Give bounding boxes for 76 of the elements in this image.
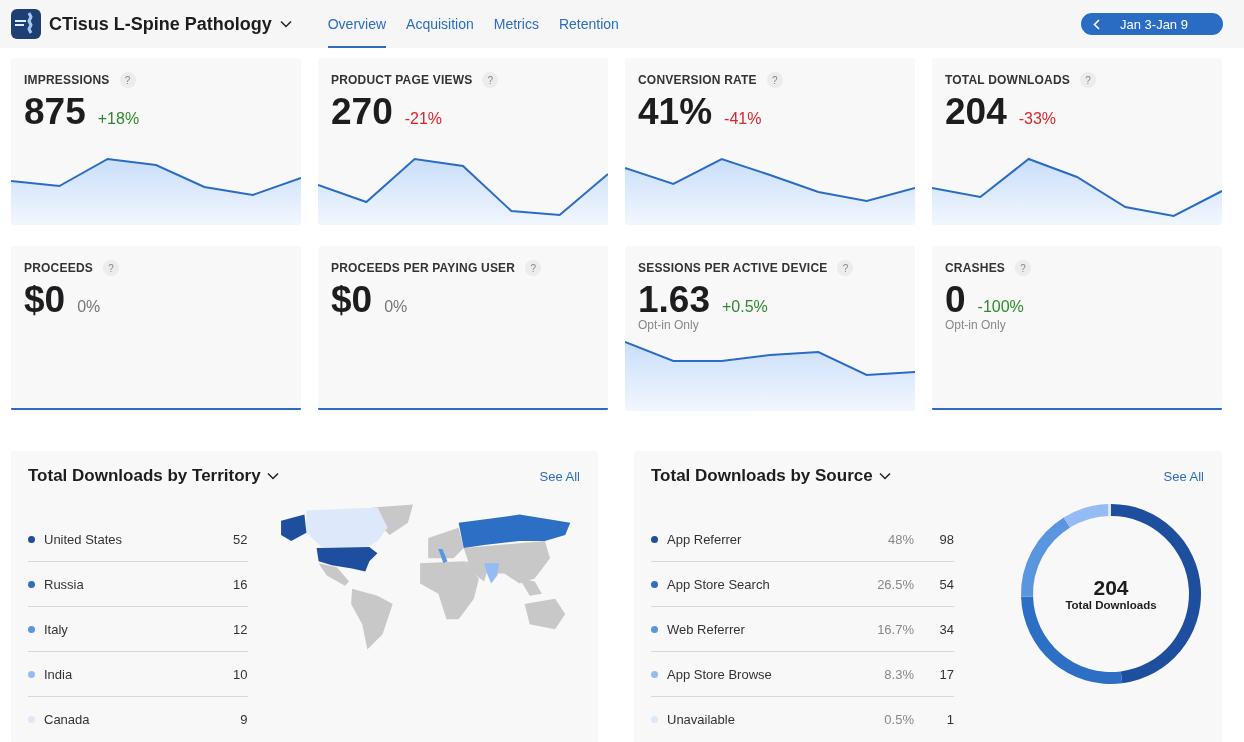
metric-change: +18% xyxy=(97,110,140,128)
download-count: 54 xyxy=(938,576,954,592)
source-percent: 0.5% xyxy=(883,712,914,727)
metric-title: TOTAL DOWNLOADS xyxy=(945,73,1070,87)
territory-name: United States xyxy=(44,531,124,547)
download-count: 1 xyxy=(945,712,954,727)
chevron-down-icon[interactable] xyxy=(266,472,279,480)
source-percent: 26.5% xyxy=(876,576,914,592)
nav-tab[interactable]: Acquisition xyxy=(406,0,474,48)
metric-title: CRASHES xyxy=(945,261,1006,275)
source-name: App Store Search xyxy=(667,576,771,592)
territory-name: Italy xyxy=(44,621,69,637)
source-name: App Store Browse xyxy=(667,666,773,682)
metric-value: $0 xyxy=(331,280,373,320)
nav-tab[interactable]: Retention xyxy=(558,0,619,48)
chevron-down-icon[interactable] xyxy=(279,20,292,28)
nav-tab[interactable]: Metrics xyxy=(493,0,539,48)
chevron-left-icon xyxy=(1093,18,1100,30)
metric-value: 1.63 xyxy=(638,280,710,320)
source-name: App Referrer xyxy=(667,531,743,547)
download-count: 16 xyxy=(232,576,248,592)
metric-value: 41% xyxy=(638,92,713,132)
metric-value: $0 xyxy=(24,280,66,320)
metric-change: 0% xyxy=(77,298,101,316)
help-icon[interactable]: ? xyxy=(525,260,542,276)
nav-tab[interactable]: Overview xyxy=(327,0,387,48)
metric-title: PRODUCT PAGE VIEWS xyxy=(331,73,473,87)
metric-value: 875 xyxy=(24,92,86,132)
see-all-link[interactable]: See All xyxy=(539,468,580,484)
help-icon[interactable]: ? xyxy=(119,72,136,88)
source-percent: 16.7% xyxy=(876,621,914,637)
chevron-down-icon[interactable] xyxy=(878,472,891,480)
download-count: 17 xyxy=(938,666,954,682)
download-count: 34 xyxy=(938,621,954,637)
panel-title: Total Downloads by Territory xyxy=(28,466,261,486)
total-value: 204 xyxy=(1093,577,1129,599)
download-count: 52 xyxy=(232,531,248,547)
metric-note: Opt-in Only xyxy=(638,318,700,332)
metric-change: 0% xyxy=(384,298,408,316)
total-label: Total Downloads xyxy=(1065,599,1157,611)
metric-change: -21% xyxy=(404,110,443,128)
source-percent: 48% xyxy=(886,531,914,547)
source-name: Unavailable xyxy=(667,712,736,727)
download-count: 98 xyxy=(938,531,954,547)
app-title: CTisus L-Spine Pathology xyxy=(49,13,272,35)
metric-value: 0 xyxy=(945,280,966,320)
metric-change: +0.5% xyxy=(722,298,768,316)
see-all-link[interactable]: See All xyxy=(1163,468,1204,484)
territory-name: Canada xyxy=(44,712,91,727)
source-name: Web Referrer xyxy=(667,621,746,637)
download-count: 10 xyxy=(232,666,248,682)
app-logo-icon xyxy=(11,9,41,39)
territory-name: Russia xyxy=(44,576,85,592)
panel-title: Total Downloads by Source xyxy=(651,466,873,486)
metric-value: 270 xyxy=(331,92,393,132)
metric-title: IMPRESSIONS xyxy=(24,73,110,87)
metric-change: -100% xyxy=(977,298,1024,316)
metric-change: -41% xyxy=(724,110,762,128)
metric-title: PROCEEDS xyxy=(24,261,93,275)
help-icon[interactable]: ? xyxy=(837,260,854,276)
metric-note: Opt-in Only xyxy=(945,318,1007,332)
help-icon[interactable]: ? xyxy=(482,72,499,88)
date-range-button[interactable]: Jan 3-Jan 9 xyxy=(1081,13,1223,35)
help-icon[interactable]: ? xyxy=(1015,260,1032,276)
metric-value: 204 xyxy=(945,92,1007,132)
help-icon[interactable]: ? xyxy=(766,72,783,88)
help-icon[interactable]: ? xyxy=(102,260,119,276)
source-percent: 8.3% xyxy=(883,666,914,682)
download-count: 9 xyxy=(239,712,248,727)
help-icon[interactable]: ? xyxy=(1080,72,1096,88)
metric-title: CONVERSION RATE xyxy=(638,73,757,87)
metric-title: PROCEEDS PER PAYING USER xyxy=(331,261,516,275)
metric-change: -33% xyxy=(1018,110,1057,128)
territory-name: India xyxy=(44,666,74,682)
metric-title: SESSIONS PER ACTIVE DEVICE xyxy=(638,261,828,275)
download-count: 12 xyxy=(232,621,248,637)
